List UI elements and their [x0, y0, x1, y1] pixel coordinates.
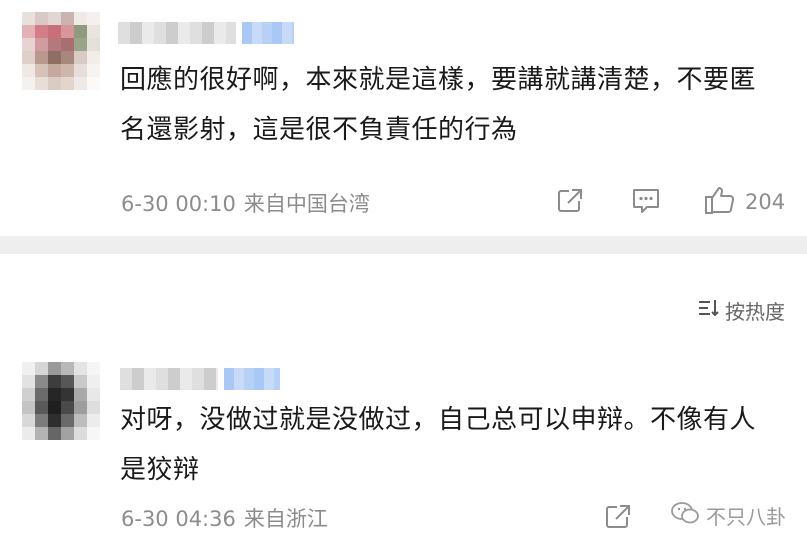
avatar[interactable] — [22, 362, 100, 440]
comment-item: 对呀，没做过就是没做过，自己总可以申辩。不像有人是狡辩 6-30 04:36 来自… — [0, 0, 807, 547]
user-badge — [224, 368, 280, 390]
comment-meta: 6-30 04:36 来自浙江 — [121, 503, 328, 533]
comment-time: 6-30 04:36 — [121, 507, 236, 531]
username[interactable] — [120, 368, 280, 390]
username-mosaic — [120, 368, 218, 390]
share-icon — [603, 502, 633, 536]
comment-text: 对呀，没做过就是没做过，自己总可以申辩。不像有人是狡辩 — [120, 405, 757, 485]
share-button[interactable] — [603, 502, 633, 536]
comment-location: 来自浙江 — [243, 507, 328, 531]
wechat-icon — [670, 500, 700, 531]
watermark-text: 不只八卦 — [706, 505, 786, 529]
watermark: 不只八卦 — [670, 500, 786, 531]
